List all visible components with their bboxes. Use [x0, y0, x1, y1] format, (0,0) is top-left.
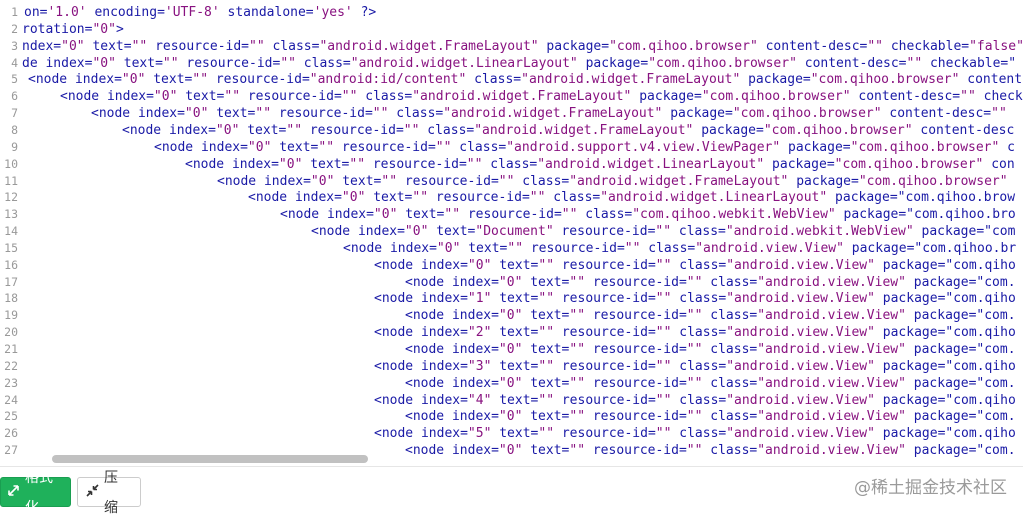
- code-text: <node index="0" text="Document" resource…: [311, 224, 1016, 240]
- code-line: 5 <node index="0" text="" resource-id="an…: [0, 71, 1023, 88]
- code-line: 22 <node index="3" text="" resource-id=""…: [0, 358, 1023, 375]
- code-text: <node index="0" text="" resource-id="" c…: [405, 342, 1016, 357]
- line-number: 2: [11, 21, 18, 36]
- code-line: 16 <node index="0" text="" resource-id=""…: [0, 257, 1023, 274]
- line-number: 24: [4, 392, 18, 407]
- code-text: <node index="0" text="" resource-id="" c…: [185, 156, 1015, 172]
- format-button[interactable]: 格式化: [0, 469, 71, 515]
- line-number: 3: [11, 38, 18, 53]
- line-number: 23: [4, 375, 18, 390]
- line-number: 16: [4, 257, 18, 272]
- code-text: <node index="0" text="" resource-id="" c…: [405, 375, 1016, 391]
- line-number: 26: [4, 426, 18, 441]
- expand-arrows-icon: [7, 477, 20, 507]
- compress-arrows-icon: [86, 477, 99, 507]
- format-button-label: 格式化: [25, 469, 53, 515]
- code-line: 23 <node index="0" text="" resource-id=""…: [0, 375, 1023, 392]
- code-editor[interactable]: 1 on='1.0' encoding='UTF-8' standalone='y…: [0, 0, 1023, 466]
- horizontal-scrollbar[interactable]: [52, 455, 368, 463]
- line-number: 21: [4, 342, 18, 356]
- line-number: 1: [11, 5, 18, 19]
- line-number: 14: [4, 224, 18, 239]
- line-number: 22: [4, 358, 18, 373]
- bottom-toolbar: 格式化 压缩 @稀土掘金技术社区: [0, 466, 1023, 515]
- code-text: <node index="0" text="" resource-id="" c…: [405, 308, 1016, 324]
- compress-button[interactable]: 压缩: [77, 469, 141, 515]
- code-text: <node index="0" text="" resource-id="" c…: [154, 139, 1015, 155]
- line-number: 17: [4, 274, 18, 289]
- code-line: 19 <node index="0" text="" resource-id=""…: [0, 307, 1023, 324]
- line-number: 10: [4, 156, 18, 171]
- code-line: 20 <node index="2" text="" resource-id=""…: [0, 324, 1023, 341]
- code-line: 17 <node index="0" text="" resource-id=""…: [0, 274, 1023, 291]
- code-line: 9 <node index="0" text="" resource-id="" …: [0, 139, 1023, 156]
- code-line: 4 de index="0" text="" resource-id="" cla…: [0, 55, 1023, 72]
- code-text: <node index="2" text="" resource-id="" c…: [374, 325, 1016, 341]
- code-text: rotation="0">: [22, 21, 124, 37]
- watermark: @稀土掘金技术社区: [854, 478, 1007, 498]
- code-text: ndex="0" text="" resource-id="" class="a…: [22, 38, 1023, 54]
- line-number: 8: [11, 122, 18, 137]
- code-text: <node index="0" text="" resource-id="" c…: [280, 207, 1016, 223]
- code-text: de index="0" text="" resource-id="" clas…: [22, 55, 1017, 71]
- code-text: <node index="0" text="" resource-id="" c…: [248, 190, 1016, 206]
- code-line: 7 <node index="0" text="" resource-id="" …: [0, 105, 1023, 122]
- code-line: 21 <node index="0" text="" resource-id=""…: [0, 341, 1023, 358]
- compress-button-label: 压缩: [104, 469, 118, 515]
- code-line: 18 <node index="1" text="" resource-id=""…: [0, 290, 1023, 307]
- line-number: 9: [11, 139, 18, 154]
- line-number: 27: [4, 443, 18, 458]
- code-line: 1 on='1.0' encoding='UTF-8' standalone='y…: [0, 4, 1023, 21]
- code-text: on='1.0' encoding='UTF-8' standalone='ye…: [24, 5, 377, 20]
- code-text: <node index="1" text="" resource-id="" c…: [374, 291, 1016, 307]
- code-line: 14 <node index="0" text="Document" resour…: [0, 223, 1023, 240]
- code-line: 26 <node index="5" text="" resource-id=""…: [0, 425, 1023, 442]
- line-number: 5: [11, 72, 18, 87]
- code-line: 12 <node index="0" text="" resource-id=""…: [0, 189, 1023, 206]
- code-text: <node index="0" text="" resource-id="" c…: [405, 443, 1016, 459]
- code-text: <node index="0" text="" resource-id="" c…: [405, 409, 1016, 425]
- code-text: <node index="0" text="" resource-id="" c…: [343, 240, 1017, 256]
- line-number: 15: [4, 240, 18, 255]
- line-number: 18: [4, 291, 18, 306]
- code-text: <node index="4" text="" resource-id="" c…: [374, 392, 1016, 408]
- line-number: 13: [4, 207, 18, 222]
- line-number: 19: [4, 308, 18, 323]
- code-line: 13 <node index="0" text="" resource-id=""…: [0, 206, 1023, 223]
- code-text: <node index="0" text="" resource-id="" c…: [217, 173, 1008, 189]
- code-text: <node index="5" text="" resource-id="" c…: [374, 426, 1016, 442]
- code-line: 8 <node index="0" text="" resource-id="" …: [0, 122, 1023, 139]
- code-text: <node index="3" text="" resource-id="" c…: [374, 358, 1016, 374]
- line-number: 20: [4, 325, 18, 340]
- line-number: 4: [11, 55, 18, 70]
- code-text: <node index="0" text="" resource-id="" c…: [405, 274, 1016, 290]
- line-number: 6: [11, 89, 18, 104]
- code-text: <node index="0" text="" resource-id="" c…: [122, 122, 1015, 138]
- line-number: 12: [4, 190, 18, 205]
- line-number: 25: [4, 409, 18, 424]
- code-line: 11 <node index="0" text="" resource-id=""…: [0, 173, 1023, 190]
- code-text: <node index="0" text="" resource-id="" c…: [91, 106, 1007, 122]
- code-line: 6 <node index="0" text="" resource-id="" …: [0, 88, 1023, 105]
- code-line: 24 <node index="4" text="" resource-id=""…: [0, 392, 1023, 409]
- code-line: 3 ndex="0" text="" resource-id="" class="…: [0, 38, 1023, 55]
- code-text: <node index="0" text="" resource-id="" c…: [374, 257, 1016, 273]
- code-text: <node index="0" text="" resource-id="" c…: [60, 89, 1023, 105]
- code-text: <node index="0" text="" resource-id="and…: [28, 72, 1023, 88]
- code-line: 10 <node index="0" text="" resource-id=""…: [0, 156, 1023, 173]
- code-line: 25 <node index="0" text="" resource-id=""…: [0, 408, 1023, 425]
- code-line: 15 <node index="0" text="" resource-id=""…: [0, 240, 1023, 257]
- line-number: 7: [11, 106, 18, 121]
- line-number: 11: [4, 173, 18, 188]
- code-line: 2 rotation="0">: [0, 21, 1023, 38]
